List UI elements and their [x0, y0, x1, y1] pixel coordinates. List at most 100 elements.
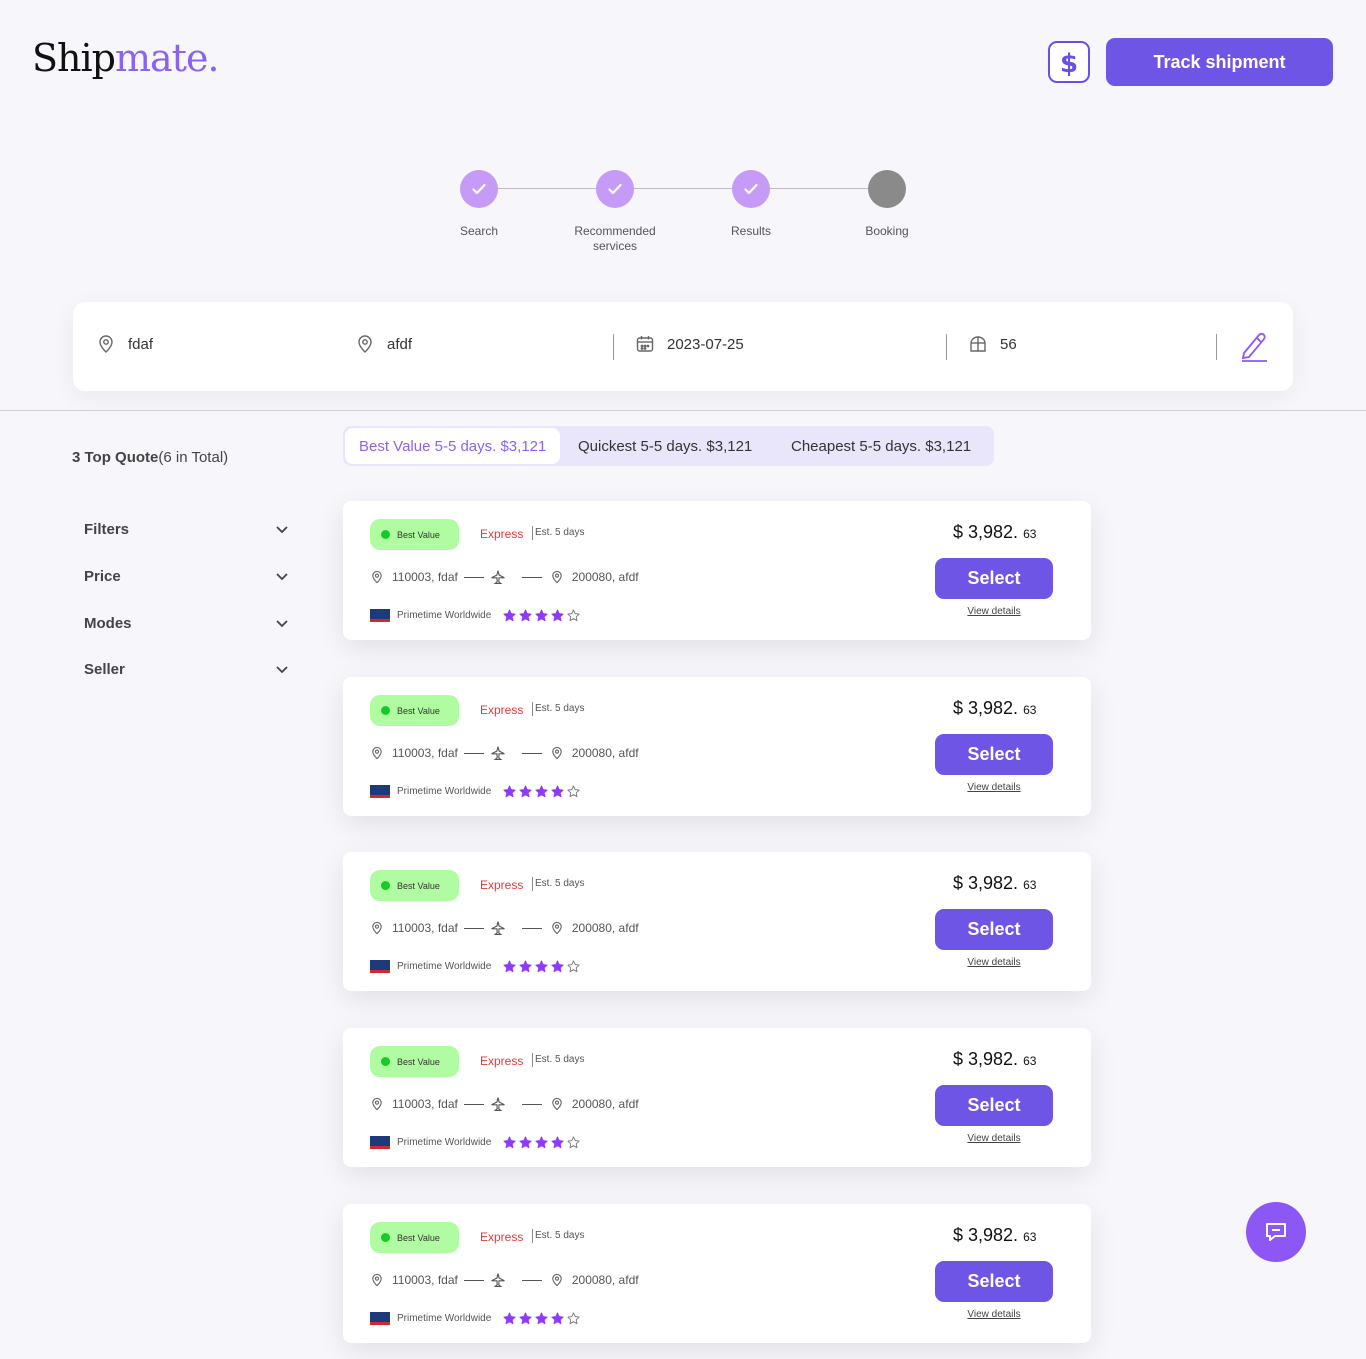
view-details-link[interactable]: View details [935, 1133, 1053, 1144]
filter-price[interactable]: Price [84, 568, 289, 585]
dollar-icon: $ [1060, 49, 1078, 77]
star-icon [567, 609, 580, 622]
route: 110003, fdaf 200080, afdf [370, 745, 639, 761]
airplane-icon [491, 746, 505, 760]
airplane-icon [491, 1273, 505, 1287]
price-cents: 63 [1023, 1054, 1037, 1068]
tab-cheapest[interactable]: Cheapest 5-5 days. $3,121 [777, 426, 985, 466]
carrier: Primetime Worldwide [370, 785, 580, 798]
star-icon [535, 960, 548, 973]
rating-stars [503, 960, 580, 973]
section-divider [0, 410, 1366, 411]
brand-logo-part1: Ship [32, 36, 116, 80]
view-details-link[interactable]: View details [935, 606, 1053, 617]
quote-card: Best Value Express Est. 5 days 110003, fdaf… [343, 1204, 1091, 1343]
star-icon [551, 1312, 564, 1325]
service-mode: Express [480, 703, 524, 717]
filter-seller[interactable]: Seller [84, 661, 289, 678]
status-dot [381, 1057, 390, 1066]
chat-button[interactable] [1246, 1202, 1306, 1262]
star-icon [519, 609, 532, 622]
step-indicator [596, 170, 634, 208]
track-shipment-button[interactable]: Track shipment [1106, 38, 1333, 86]
price-main: $ 3,982. [953, 1049, 1019, 1069]
filter-label: Price [84, 568, 121, 585]
origin-text: 110003, fdaf [392, 1097, 458, 1111]
select-button[interactable]: Select [935, 1261, 1053, 1302]
rating-stars [503, 1312, 580, 1325]
quote-card: Best Value Express Est. 5 days 110003, fdaf… [343, 501, 1091, 640]
select-button[interactable]: Select [935, 734, 1053, 775]
location-pin-icon [372, 921, 382, 935]
price: $ 3,982. 63 [953, 873, 1036, 894]
status-dot [381, 1233, 390, 1242]
location-pin-icon [552, 746, 562, 760]
star-icon [535, 609, 548, 622]
view-details-link[interactable]: View details [935, 957, 1053, 968]
field-divider [1216, 334, 1217, 360]
price: $ 3,982. 63 [953, 1225, 1036, 1246]
brand-logo[interactable]: Shipmate. [32, 36, 220, 80]
step-4: Booking [827, 170, 947, 239]
service-mode: Express [480, 527, 524, 541]
select-button[interactable]: Select [935, 1085, 1053, 1126]
view-details-link[interactable]: View details [935, 782, 1053, 793]
step-label: Booking [865, 224, 909, 238]
star-icon [503, 1312, 516, 1325]
chat-icon [1266, 1223, 1286, 1241]
price-cents: 63 [1023, 878, 1037, 892]
date-field[interactable]: 2023-07-25 [635, 334, 744, 354]
route: 110003, fdaf 200080, afdf [370, 920, 639, 936]
price-main: $ 3,982. [953, 522, 1019, 542]
view-details-link[interactable]: View details [935, 1309, 1053, 1320]
origin-field[interactable]: fdaf [96, 334, 153, 354]
carrier-name: Primetime Worldwide [397, 786, 492, 797]
origin-text: 110003, fdaf [392, 570, 458, 584]
chevron-down-icon [276, 665, 288, 673]
route-line [463, 927, 484, 929]
carrier-name: Primetime Worldwide [397, 1137, 492, 1148]
field-divider [613, 334, 614, 360]
progress-stepper: Search Recommended services Results Booking [0, 170, 1366, 260]
filter-label: Modes [84, 615, 132, 632]
star-icon [519, 960, 532, 973]
weight-field[interactable]: 56 [968, 334, 1017, 354]
step-3: Results [691, 170, 811, 239]
route-line [521, 1279, 542, 1281]
star-icon [567, 785, 580, 798]
tab-best-value[interactable]: Best Value 5-5 days. $3,121 [345, 428, 561, 464]
route: 110003, fdaf 200080, afdf [370, 1096, 639, 1112]
price: $ 3,982. 63 [953, 698, 1036, 719]
quote-card: Best Value Express Est. 5 days 110003, fdaf… [343, 852, 1091, 991]
route-line [521, 752, 542, 754]
estimated-time: Est. 5 days [532, 702, 584, 716]
quote-card: Best Value Express Est. 5 days 110003, fdaf… [343, 1028, 1091, 1167]
filter-modes[interactable]: Modes [84, 615, 289, 632]
location-pin-icon [99, 335, 113, 353]
chevron-down-icon [276, 619, 288, 627]
step-indicator [460, 170, 498, 208]
step-label: Search [459, 224, 499, 238]
origin-text: 110003, fdaf [392, 746, 458, 760]
filter-filters[interactable]: Filters [84, 521, 289, 538]
select-button[interactable]: Select [935, 909, 1053, 950]
destination-field[interactable]: afdf [355, 334, 412, 354]
best-value-badge: Best Value [370, 695, 459, 726]
location-pin-icon [552, 921, 562, 935]
tab-quickest[interactable]: Quickest 5-5 days. $3,121 [564, 426, 766, 466]
origin-value: fdaf [128, 335, 154, 353]
price-main: $ 3,982. [953, 698, 1019, 718]
carrier: Primetime Worldwide [370, 960, 580, 973]
select-button[interactable]: Select [935, 558, 1053, 599]
carrier: Primetime Worldwide [370, 1312, 580, 1325]
route-line [463, 1103, 484, 1105]
check-icon [472, 183, 486, 195]
currency-button[interactable]: $ [1048, 41, 1090, 83]
edit-search-button[interactable] [1239, 329, 1269, 368]
star-icon [503, 609, 516, 622]
field-divider [946, 334, 947, 360]
estimated-time: Est. 5 days [532, 1229, 584, 1243]
rating-stars [503, 1136, 580, 1149]
calendar-icon [636, 336, 654, 352]
step-indicator [868, 170, 906, 208]
